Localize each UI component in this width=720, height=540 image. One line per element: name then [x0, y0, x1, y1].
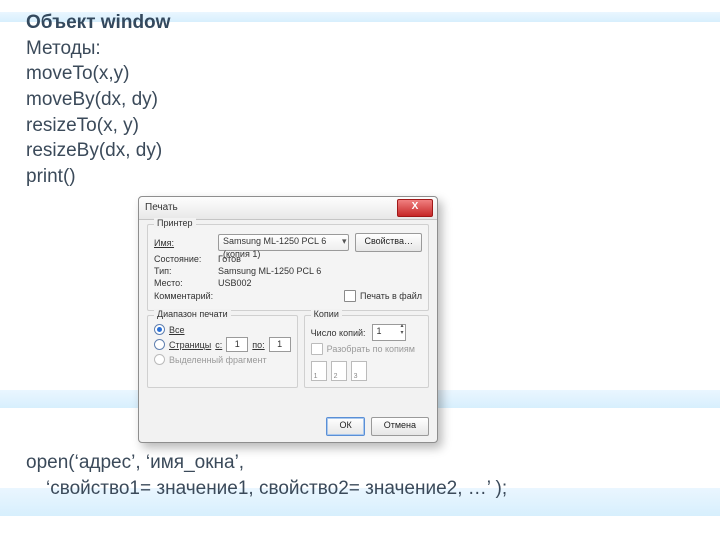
ok-button[interactable]: ОК — [326, 417, 364, 436]
where-label: Место: — [154, 278, 218, 288]
cancel-button[interactable]: Отмена — [371, 417, 429, 436]
from-label: с: — [215, 340, 222, 350]
range-selection-radio — [154, 354, 165, 365]
dialog-title-text: Печать — [145, 202, 178, 213]
printer-group-title: Принтер — [154, 218, 196, 228]
range-pages-radio[interactable] — [154, 339, 165, 350]
range-all-label: Все — [169, 325, 185, 335]
count-label: Число копий: — [311, 328, 366, 338]
slide-title: Объект window — [26, 10, 700, 36]
collate-checkbox — [311, 343, 323, 355]
method-line: print() — [26, 164, 700, 190]
range-all-radio[interactable] — [154, 324, 165, 335]
close-button[interactable]: X — [397, 199, 433, 217]
method-list: moveTo(x,y) moveBy(dx, dy) resizeTo(x, y… — [26, 61, 700, 189]
print-to-file-label: Печать в файл — [360, 291, 422, 301]
close-icon: X — [412, 201, 419, 212]
range-group: Диапазон печати Все Страницы с: 1 по: 1 … — [147, 315, 298, 388]
to-field[interactable]: 1 — [269, 337, 291, 352]
copies-group-title: Копии — [311, 309, 342, 319]
method-line: resizeBy(dx, dy) — [26, 138, 700, 164]
page-icon: 2 — [331, 361, 347, 381]
copies-group: Копии Число копий: 1 Разобрать по копиям… — [304, 315, 429, 388]
method-line: moveTo(x,y) — [26, 61, 700, 87]
range-group-title: Диапазон печати — [154, 309, 231, 319]
slide-content: Объект window Методы: moveTo(x,y) moveBy… — [0, 0, 720, 189]
range-pages-label: Страницы — [169, 340, 211, 350]
open-call: open(‘адрес’, ‘имя_окна’, ‘свойство1= зн… — [26, 450, 507, 501]
comment-label: Комментарий: — [154, 291, 213, 301]
printer-name-combo[interactable]: Samsung ML-1250 PCL 6 (копия 1) — [218, 234, 349, 251]
dialog-titlebar[interactable]: Печать X — [139, 197, 437, 220]
page-icon: 3 — [351, 361, 367, 381]
range-selection-label: Выделенный фрагмент — [169, 355, 267, 365]
name-label: Имя: — [154, 238, 218, 248]
collate-label: Разобрать по копиям — [327, 344, 415, 354]
printer-group: Принтер Имя: Samsung ML-1250 PCL 6 (копи… — [147, 224, 429, 311]
slide-subtitle: Методы: — [26, 36, 700, 62]
open-line-1: open(‘адрес’, ‘имя_окна’, — [26, 450, 507, 476]
type-value: Samsung ML-1250 PCL 6 — [218, 266, 321, 276]
method-line: resizeTo(x, y) — [26, 113, 700, 139]
page-icon: 1 — [311, 361, 327, 381]
count-field[interactable]: 1 — [372, 324, 406, 341]
state-label: Состояние: — [154, 254, 218, 264]
properties-button[interactable]: Свойства… — [355, 233, 422, 252]
open-line-2: ‘свойство1= значение1, свойство2= значен… — [26, 476, 507, 502]
collate-preview: 1 2 3 — [311, 361, 422, 381]
from-field[interactable]: 1 — [226, 337, 248, 352]
to-label: по: — [252, 340, 264, 350]
where-value: USB002 — [218, 278, 252, 288]
type-label: Тип: — [154, 266, 218, 276]
print-dialog: Печать X Принтер Имя: Samsung ML-1250 PC… — [138, 196, 438, 443]
method-line: moveBy(dx, dy) — [26, 87, 700, 113]
print-to-file-checkbox[interactable] — [344, 290, 356, 302]
